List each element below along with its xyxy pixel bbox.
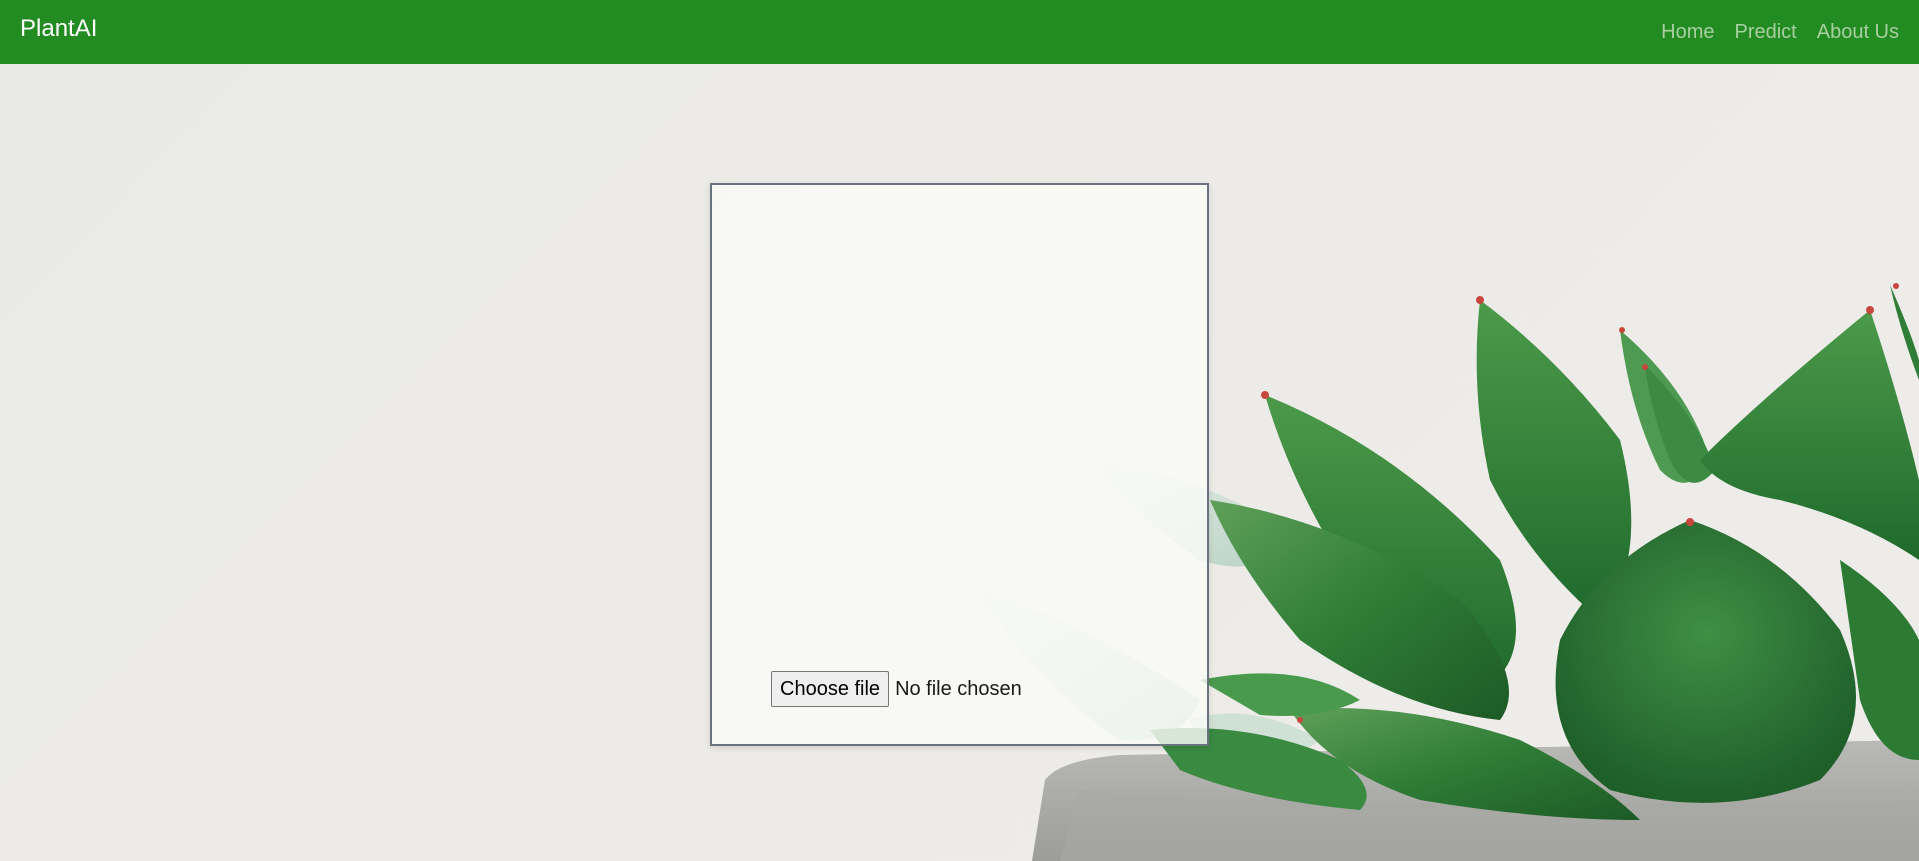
choose-file-button[interactable]: Choose file <box>771 671 890 707</box>
file-input[interactable]: Choose file No file chosen <box>771 671 1022 707</box>
upload-card: Choose file No file chosen <box>710 183 1209 746</box>
nav-link-about-us[interactable]: About Us <box>1817 21 1899 44</box>
brand-logo[interactable]: PlantAI <box>20 15 97 43</box>
nav-link-home[interactable]: Home <box>1661 21 1714 44</box>
nav-link-predict[interactable]: Predict <box>1734 21 1796 44</box>
nav-links: Home Predict About Us <box>1641 0 1899 64</box>
navbar: PlantAI Home Predict About Us <box>0 0 1919 64</box>
file-status-text: No file chosen <box>895 677 1022 700</box>
